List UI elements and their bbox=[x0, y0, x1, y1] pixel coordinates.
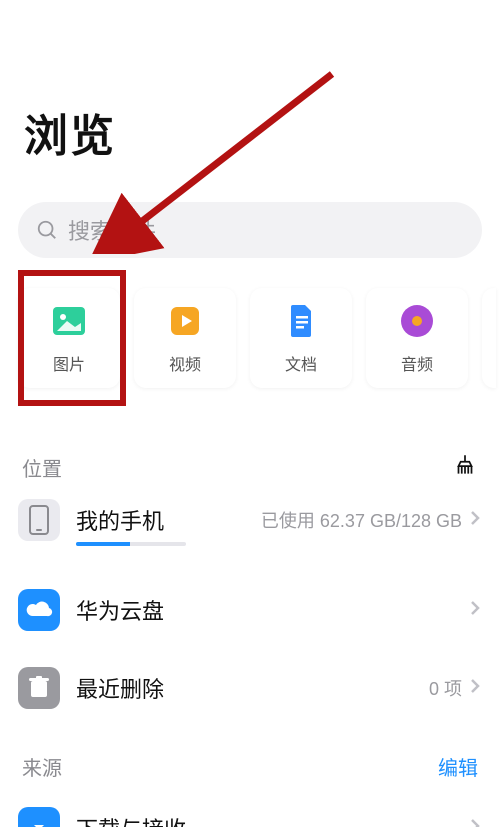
category-row: 图片 视频 文档 音频 bbox=[18, 288, 500, 402]
search-icon bbox=[36, 219, 58, 241]
category-label: 视频 bbox=[169, 351, 201, 375]
search-input[interactable]: 搜索文件 bbox=[18, 202, 482, 258]
category-docs[interactable]: 文档 bbox=[250, 288, 352, 388]
chevron-right-icon bbox=[468, 508, 482, 533]
category-more-peek[interactable] bbox=[482, 288, 496, 388]
category-label: 文档 bbox=[285, 351, 317, 375]
row-title: 最近删除 bbox=[76, 672, 164, 704]
video-icon bbox=[165, 301, 205, 341]
source-downloads[interactable]: 下载与接收 bbox=[18, 800, 482, 827]
row-title: 我的手机 bbox=[76, 504, 164, 536]
section-sources-label: 来源 bbox=[22, 752, 62, 781]
document-icon bbox=[281, 301, 321, 341]
row-title: 华为云盘 bbox=[76, 594, 164, 626]
location-my-phone[interactable]: 我的手机 已使用 62.37 GB/128 GB bbox=[18, 492, 482, 548]
chevron-right-icon bbox=[468, 676, 482, 701]
clean-icon[interactable] bbox=[452, 452, 478, 483]
audio-icon bbox=[397, 301, 437, 341]
chevron-right-icon bbox=[468, 598, 482, 623]
cloud-icon bbox=[18, 589, 60, 631]
trash-icon bbox=[18, 667, 60, 709]
category-label: 音频 bbox=[401, 351, 433, 375]
category-audio[interactable]: 音频 bbox=[366, 288, 468, 388]
location-huawei-cloud[interactable]: 华为云盘 bbox=[18, 582, 482, 638]
search-placeholder: 搜索文件 bbox=[68, 214, 156, 246]
page-title: 浏览 bbox=[24, 100, 116, 164]
location-recently-deleted[interactable]: 最近删除 0 项 bbox=[18, 660, 482, 716]
chevron-right-icon bbox=[468, 816, 482, 827]
edit-sources-button[interactable]: 编辑 bbox=[438, 752, 478, 781]
storage-usage-text: 已使用 62.37 GB/128 GB bbox=[261, 507, 462, 533]
image-icon bbox=[49, 301, 89, 341]
category-photos[interactable]: 图片 bbox=[18, 288, 120, 388]
trash-count: 0 项 bbox=[429, 675, 462, 701]
category-videos[interactable]: 视频 bbox=[134, 288, 236, 388]
download-icon bbox=[18, 807, 60, 827]
storage-usage-bar bbox=[76, 542, 186, 546]
phone-icon bbox=[18, 499, 60, 541]
section-locations-label: 位置 bbox=[22, 453, 62, 482]
row-title: 下载与接收 bbox=[76, 812, 186, 827]
category-label: 图片 bbox=[53, 351, 85, 375]
